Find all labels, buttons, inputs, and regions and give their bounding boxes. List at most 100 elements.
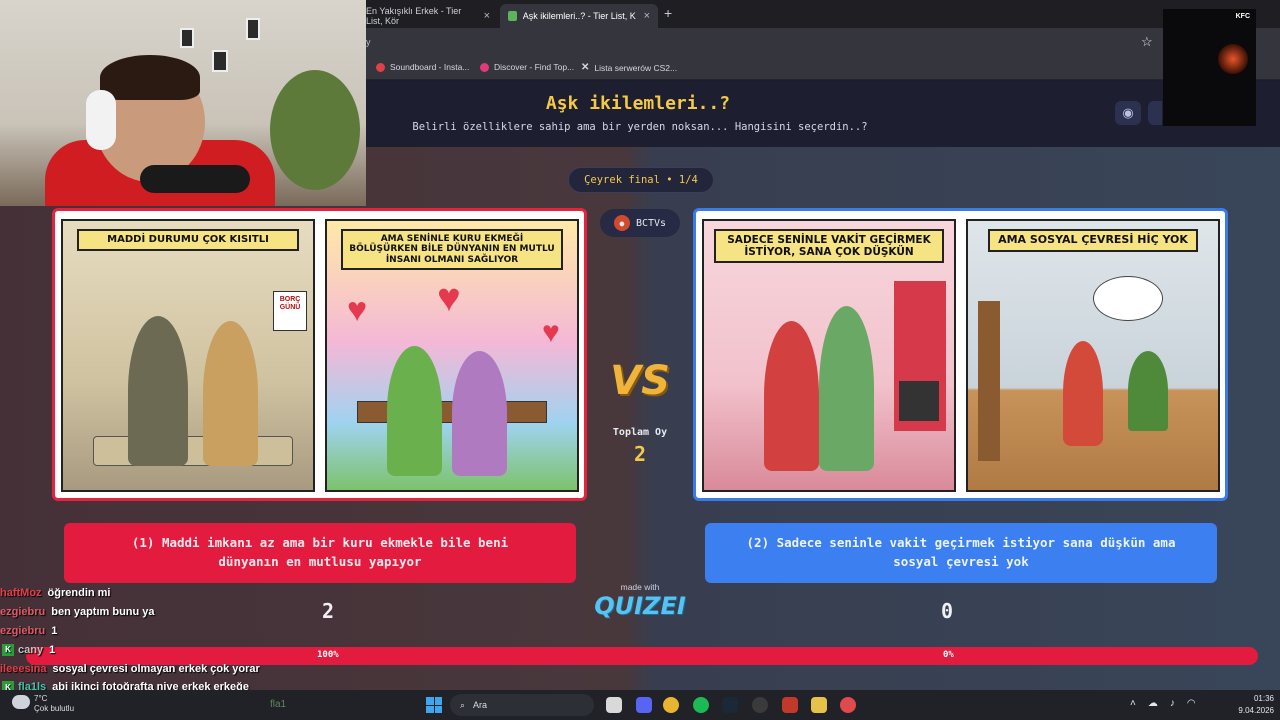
vs-icon: VS	[610, 358, 670, 404]
chat-message: ezgiebru 1	[0, 622, 300, 641]
wall-frame-illustration	[180, 28, 194, 48]
option-1-percent: 100%	[317, 650, 339, 660]
partner-figure	[819, 306, 874, 471]
bookmark-favicon-icon	[480, 62, 489, 72]
creator-badge[interactable]: ● BCTVs	[600, 209, 680, 237]
option-2-button[interactable]: (2) Sadece seninle vakit geçirmek istiyo…	[705, 523, 1217, 583]
cloud-icon	[12, 695, 30, 709]
man-figure	[387, 346, 442, 476]
x-icon: ✕	[581, 62, 590, 73]
mini-camera-overlay: KFC	[1163, 9, 1256, 126]
favicon-icon	[508, 11, 517, 21]
option-1-text: (1) Maddi imkanı az ama bir kuru ekmekle…	[131, 535, 509, 569]
chat-message: haftMoz öğrendin mi	[0, 584, 300, 603]
comic-caption: AMA SENİNLE KURU EKMEĞİ BÖLÜŞÜRKEN BİLE …	[341, 229, 563, 271]
app-icon[interactable]	[811, 697, 827, 713]
bookmark-lista-serwerow[interactable]: ✕ Lista serwerów CS2...	[581, 62, 677, 73]
taskbar-clock[interactable]: 01:36 9.04.2026	[1228, 693, 1274, 717]
kick-badge-icon: K	[2, 643, 14, 656]
plant-illustration	[270, 70, 360, 190]
windows-start-icon[interactable]	[426, 697, 442, 713]
microphone-icon[interactable]: ♪	[1170, 698, 1175, 709]
eye-icon[interactable]: ◉	[1115, 101, 1141, 125]
chat-username: cany	[18, 643, 44, 656]
chat-username: ileeesina	[0, 662, 47, 675]
calendar-icon: BORÇ GÜNÜ	[273, 291, 307, 331]
bed-illustration	[93, 436, 293, 466]
comic-panel-lonely: AMA SOSYAL ÇEVRESİ HİÇ YOK	[966, 219, 1220, 492]
obs-icon[interactable]	[752, 697, 768, 713]
made-with-label: made with	[620, 582, 660, 592]
option-2-percent: 0%	[943, 650, 954, 660]
comic-panel-poor: MADDİ DURUMU ÇOK KISITLI BORÇ GÜNÜ	[61, 219, 315, 492]
ghost-chat-text: fla1	[270, 699, 287, 710]
vpn-icon[interactable]	[782, 697, 798, 713]
quizei-logo[interactable]: QUIZEI	[590, 592, 690, 620]
chat-username: haftMoz	[0, 587, 42, 600]
heart-icon: ♥	[437, 276, 461, 320]
bookmark-label: Lista serwerów CS2...	[594, 62, 678, 73]
chat-text: sosyal çevresi olmayan erkek çok yorar	[52, 662, 260, 675]
close-icon[interactable]: ×	[644, 10, 650, 22]
weather-widget[interactable]: 7°C Çok bulutlu	[12, 694, 74, 713]
headset-icon	[86, 90, 116, 150]
chat-username: ezgiebru	[0, 624, 46, 637]
creator-name: BCTVs	[635, 217, 667, 229]
close-icon[interactable]: ×	[484, 10, 490, 22]
task-view-icon[interactable]	[606, 697, 622, 713]
weather-condition: Çok bulutlu	[34, 703, 75, 713]
search-placeholder: Ara	[473, 700, 488, 710]
tab-tier-list-1[interactable]: En Yakışıklı Erkek - Tier List, Kör ×	[358, 4, 498, 28]
option-2-vote-count: 0	[941, 599, 954, 623]
share-button[interactable]	[1148, 101, 1162, 125]
total-votes-label: Toplam Oy	[612, 427, 668, 438]
option-2-card[interactable]: SADECE SENİNLE VAKİT GEÇİRMEK İSTİYOR, S…	[693, 208, 1228, 501]
bookmark-star-icon[interactable]: ☆	[1141, 34, 1153, 50]
option-1-button[interactable]: (1) Maddi imkanı az ama bir kuru ekmekle…	[64, 523, 576, 583]
tab-ask-ikilemleri[interactable]: Aşk ikilemleri..? - Tier List, Kör S ×	[500, 4, 658, 28]
steam-icon[interactable]	[722, 697, 738, 713]
chat-message: ileeesina sosyal çevresi olmayan erkek ço…	[0, 659, 300, 678]
woman-figure	[452, 351, 507, 476]
option-1-card[interactable]: MADDİ DURUMU ÇOK KISITLI BORÇ GÜNÜ AMA S…	[52, 208, 587, 501]
taskbar-search[interactable]: ⌕ Ara	[450, 694, 594, 716]
woman-figure	[203, 321, 258, 466]
chevron-up-icon[interactable]: ˄	[1130, 698, 1136, 709]
search-icon: ⌕	[460, 699, 466, 710]
comic-caption: SADECE SENİNLE VAKİT GEÇİRMEK İSTİYOR, S…	[714, 229, 944, 264]
fire-illustration	[1218, 44, 1248, 74]
kfc-logo: KFC	[1235, 13, 1250, 20]
wifi-icon[interactable]: ◠	[1187, 698, 1196, 709]
bookmark-label: Soundboard - Insta...	[390, 62, 470, 72]
option-1-vote-count: 2	[322, 599, 335, 623]
comic-panel-devoted: SADECE SENİNLE VAKİT GEÇİRMEK İSTİYOR, S…	[702, 219, 956, 492]
app-icon[interactable]	[840, 697, 856, 713]
bookmark-discover[interactable]: Discover - Find Top...	[480, 62, 574, 72]
spotify-icon[interactable]	[693, 697, 709, 713]
url-text[interactable]: y	[366, 37, 371, 47]
round-badge: Çeyrek final • 1/4	[568, 167, 714, 193]
new-tab-button[interactable]: +	[664, 5, 672, 21]
streamer-hair	[100, 55, 200, 100]
door-illustration	[978, 301, 1000, 461]
streamer-webcam	[0, 0, 366, 206]
tab-label: En Yakışıklı Erkek - Tier List, Kör	[366, 6, 462, 26]
chat-text: ben yaptım bunu ya	[51, 606, 155, 619]
weather-temp: 7°C	[34, 694, 48, 703]
system-tray: ˄ ☁ ♪ ◠	[1130, 698, 1196, 709]
man-figure	[764, 321, 819, 471]
thought-bubble-illustration	[1093, 276, 1163, 321]
discord-icon[interactable]	[636, 697, 652, 713]
bookmark-label: Discover - Find Top...	[494, 62, 575, 72]
bookmark-soundboard[interactable]: Soundboard - Insta...	[376, 62, 469, 72]
wall-frame-illustration	[212, 50, 228, 72]
onedrive-icon[interactable]: ☁	[1148, 698, 1158, 709]
comic-caption: MADDİ DURUMU ÇOK KISITLI	[77, 229, 299, 251]
heart-icon: ♥	[347, 291, 368, 329]
heart-icon: ♥	[542, 316, 560, 349]
chat-text: öğrendin mi	[47, 587, 111, 600]
instagram-icon	[376, 62, 385, 72]
chrome-icon[interactable]	[663, 697, 679, 713]
man-figure	[1063, 341, 1103, 446]
total-votes-value: 2	[633, 442, 647, 466]
